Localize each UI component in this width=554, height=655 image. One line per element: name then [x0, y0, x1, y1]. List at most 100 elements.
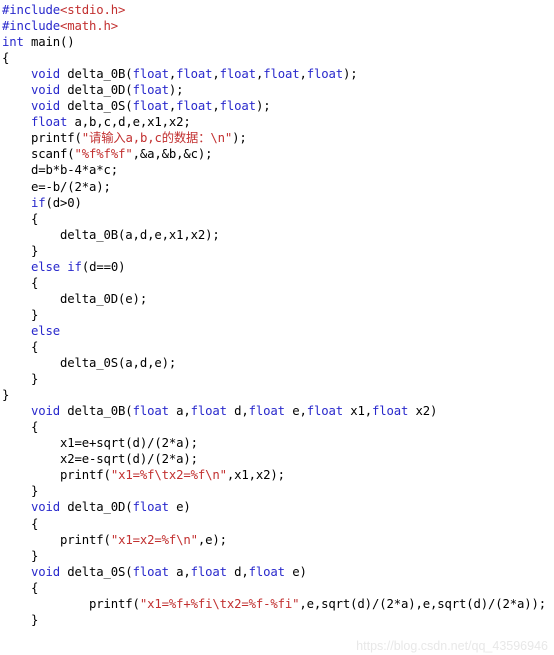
code-line: else	[0, 323, 554, 339]
code-line: x2=e-sqrt(d)/(2*a);	[0, 451, 554, 467]
code-token: );	[255, 99, 271, 114]
code-line: }	[0, 612, 554, 628]
code-token: void	[31, 67, 61, 82]
code-line: #include<stdio.h>	[0, 2, 554, 18]
code-token: float	[219, 99, 256, 114]
code-token: void	[31, 500, 61, 515]
code-token: float	[132, 404, 169, 419]
code-token: a,	[168, 404, 191, 419]
code-line: }	[0, 483, 554, 499]
code-token: e,	[284, 404, 307, 419]
code-token: delta_0B(	[60, 67, 133, 82]
code-token: if	[31, 195, 46, 210]
code-token: x2=e-sqrt(d)/(2*a);	[2, 452, 198, 467]
code-line: delta_0D(e);	[0, 291, 554, 307]
code-token: }	[2, 484, 39, 499]
code-token: e=-b/(2*a);	[2, 179, 111, 194]
code-line: }	[0, 548, 554, 564]
code-token: delta_0S(a,d,e);	[2, 356, 177, 371]
code-line: }	[0, 243, 554, 259]
code-token: {	[2, 211, 39, 226]
code-line: void delta_0S(float,float,float);	[0, 98, 554, 114]
code-token: <stdio.h>	[60, 3, 126, 17]
code-token: "请输入a,b,c的数据：\n"	[81, 131, 233, 146]
code-token: delta_0B(a,d,e,x1,x2);	[2, 227, 220, 242]
code-line: void delta_0B(float,float,float,float,fl…	[0, 66, 554, 82]
code-token: e)	[284, 564, 307, 579]
code-line: {	[0, 275, 554, 291]
code-token: float	[248, 404, 285, 419]
code-token: ,	[299, 67, 307, 82]
code-token: d,	[226, 404, 249, 419]
code-token: "x1=%f+%fi\tx2=%f-%fi"	[139, 596, 300, 611]
code-token: float	[263, 67, 300, 82]
code-token: <math.h>	[60, 19, 119, 34]
code-token: printf(	[2, 532, 111, 547]
code-token: printf(	[2, 131, 82, 146]
code-token: #include	[2, 3, 61, 17]
code-line: #include<math.h>	[0, 18, 554, 34]
code-token: ,e,sqrt(d)/(2*a),e,sqrt(d)/(2*a));	[299, 596, 547, 611]
code-line: }	[0, 371, 554, 387]
code-token: else	[31, 323, 61, 338]
code-token: float	[219, 67, 256, 82]
code-token: #include	[2, 19, 61, 34]
code-token: }	[2, 372, 39, 387]
code-token: }	[2, 243, 39, 258]
code-token: );	[232, 131, 247, 146]
code-token: ,&a,&b,&c);	[132, 147, 213, 162]
code-token: }	[2, 548, 39, 563]
code-token: float	[372, 404, 409, 419]
code-line: delta_0B(a,d,e,x1,x2);	[0, 227, 554, 243]
code-token: float	[306, 404, 343, 419]
code-token: x1=e+sqrt(d)/(2*a);	[2, 436, 198, 451]
code-token: float	[132, 83, 169, 98]
code-token: "x1=%f\tx2=%f\n"	[110, 468, 227, 483]
code-line: float a,b,c,d,e,x1,x2;	[0, 114, 554, 130]
code-line: d=b*b-4*a*c;	[0, 162, 554, 178]
code-token: x2)	[408, 404, 438, 419]
code-token: d,	[226, 564, 249, 579]
code-token: e)	[168, 500, 191, 515]
code-token: float	[176, 67, 213, 82]
code-token: delta_0D(e);	[2, 291, 148, 306]
code-token: void	[31, 564, 61, 579]
code-line: {	[0, 50, 554, 66]
code-line: void delta_0D(float e)	[0, 499, 554, 515]
code-token: {	[2, 51, 10, 66]
code-line: void delta_0B(float a,float d,float e,fl…	[0, 403, 554, 419]
code-token: a,	[168, 564, 191, 579]
code-token: ,	[212, 67, 220, 82]
code-token: ,x1,x2);	[226, 468, 285, 483]
code-token: void	[31, 99, 61, 114]
code-token: float	[132, 99, 169, 114]
code-token: float	[132, 500, 169, 515]
code-token: ,	[212, 99, 220, 114]
code-line: printf("x1=x2=%f\n",e);	[0, 532, 554, 548]
code-token: printf(	[2, 468, 111, 483]
code-line: {	[0, 516, 554, 532]
code-token: float	[190, 404, 227, 419]
code-token: d=b*b-4*a*c;	[2, 163, 119, 178]
code-token: void	[31, 404, 61, 419]
code-token: void	[31, 83, 61, 98]
code-line: delta_0S(a,d,e);	[0, 355, 554, 371]
code-line: {	[0, 211, 554, 227]
code-block: #include<stdio.h> #include<math.h> int mai…	[0, 0, 554, 628]
code-token: float	[248, 564, 285, 579]
code-token: delta_0B(	[60, 404, 133, 419]
code-line: void delta_0D(float);	[0, 82, 554, 98]
code-line: if(d>0)	[0, 195, 554, 211]
code-token: int	[2, 35, 24, 50]
code-line: x1=e+sqrt(d)/(2*a);	[0, 435, 554, 451]
code-token: else	[31, 259, 61, 274]
code-line: }	[0, 307, 554, 323]
code-token: float	[306, 67, 344, 82]
